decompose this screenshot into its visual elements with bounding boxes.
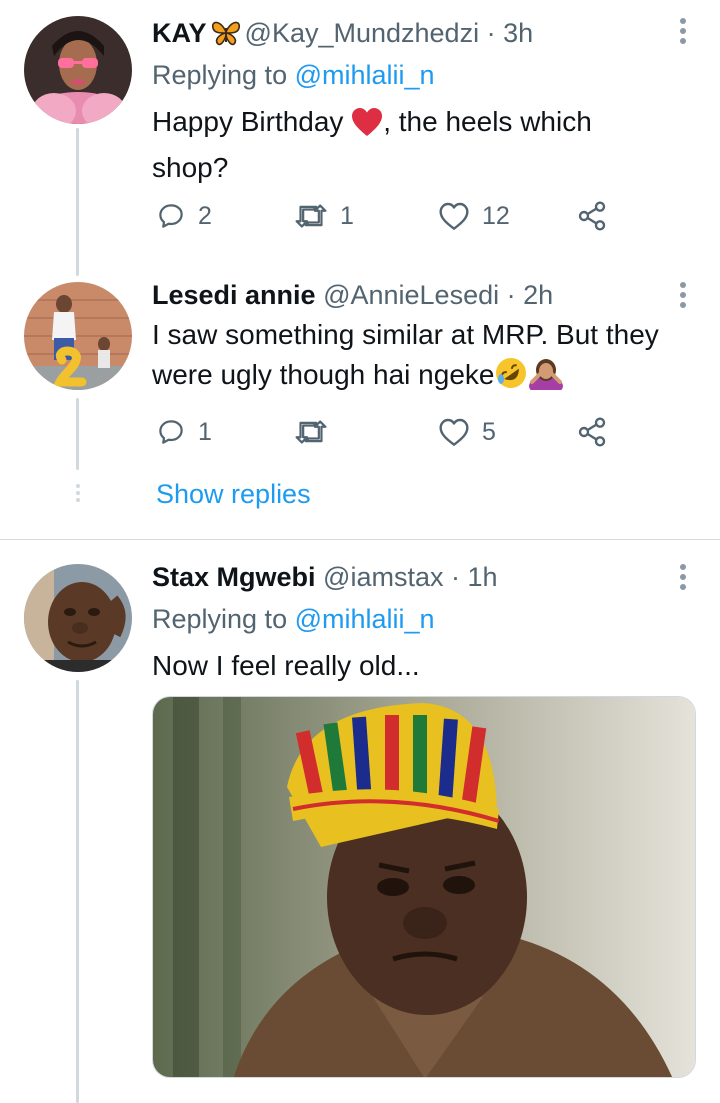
tweet-text: I saw something similar at MRP. But they… — [152, 315, 672, 401]
reply-button[interactable]: 2 — [156, 196, 212, 236]
reaction-gif-image-icon — [153, 697, 695, 1077]
like-button[interactable]: 12 — [438, 196, 510, 236]
tweet-header: Lesedi annie @AnnieLesedi · 2h — [152, 278, 553, 312]
like-count: 12 — [482, 201, 510, 230]
avatar-lesedi[interactable] — [24, 282, 132, 390]
timestamp[interactable]: 3h — [503, 18, 533, 48]
mention-link[interactable]: @mihlalii_n — [295, 60, 435, 90]
replying-to: Replying to @mihlalii_n — [152, 602, 435, 636]
display-name[interactable]: Lesedi annie — [152, 280, 316, 310]
share-icon — [578, 201, 606, 231]
like-count: 5 — [482, 417, 496, 446]
user-handle[interactable]: @AnnieLesedi — [323, 280, 499, 310]
share-button[interactable] — [576, 196, 608, 236]
rolling-on-floor-laughing-emoji-icon — [494, 356, 528, 401]
tweet-header: Stax Mgwebi @iamstax · 1h — [152, 560, 498, 594]
media-image[interactable] — [152, 696, 696, 1078]
replying-prefix: Replying to — [152, 604, 288, 634]
more-options-icon[interactable] — [680, 282, 686, 312]
retweet-button[interactable] — [294, 412, 328, 452]
tweet-text-body: I saw something similar at MRP. But they… — [152, 319, 659, 390]
tweet-text: Happy Birthday , the heels which shop? — [152, 102, 662, 188]
thread-line — [76, 680, 79, 1103]
reply-icon — [159, 420, 183, 444]
display-name[interactable]: Stax Mgwebi — [152, 562, 316, 592]
stax-avatar-icon — [24, 564, 132, 672]
tweet-actions: 1 5 — [152, 412, 632, 452]
thread-ellipsis — [75, 484, 80, 508]
separator-dot: · — [486, 18, 496, 48]
separator-dot: · — [506, 280, 516, 310]
divider — [0, 539, 720, 540]
red-heart-emoji-icon — [351, 107, 383, 148]
tweet-text-body: Now I feel really old... — [152, 650, 420, 681]
retweet-count: 1 — [340, 201, 354, 230]
reply-button[interactable]: 1 — [156, 412, 212, 452]
retweet-button[interactable]: 1 — [294, 196, 354, 236]
like-button[interactable]: 5 — [438, 412, 496, 452]
show-replies-link[interactable]: Show replies — [156, 476, 311, 512]
tweet-actions: 2 1 12 — [152, 196, 632, 236]
retweet-icon — [295, 204, 327, 228]
reply-count: 2 — [198, 201, 212, 230]
butterfly-emoji-icon — [211, 20, 241, 54]
user-handle[interactable]: @iamstax — [323, 562, 443, 592]
reply-count: 1 — [198, 417, 212, 446]
heart-icon — [439, 202, 469, 230]
avatar-stax[interactable] — [24, 564, 132, 672]
share-button[interactable] — [576, 412, 608, 452]
heart-icon — [439, 418, 469, 446]
replying-prefix: Replying to — [152, 60, 288, 90]
timestamp[interactable]: 2h — [523, 280, 553, 310]
kay-avatar-icon — [24, 16, 132, 124]
display-name[interactable]: KAY — [152, 18, 207, 48]
tweet-text-part: Happy Birthday — [152, 106, 344, 137]
user-handle[interactable]: @Kay_Mundzhedzi — [245, 18, 480, 48]
timestamp[interactable]: 1h — [468, 562, 498, 592]
share-icon — [578, 417, 606, 447]
avatar-kay[interactable] — [24, 16, 132, 124]
mention-link[interactable]: @mihlalii_n — [295, 604, 435, 634]
person-gesturing-no-emoji-icon — [528, 356, 564, 401]
tweet-text: Now I feel really old... — [152, 646, 662, 686]
tweet-header: KAY @Kay_Mundzhedzi · 3h — [152, 16, 533, 54]
reply-icon — [159, 204, 183, 228]
retweet-icon — [295, 420, 327, 444]
thread-line — [76, 398, 79, 470]
lesedi-avatar-icon — [24, 282, 132, 390]
separator-dot: · — [451, 562, 460, 592]
more-options-icon[interactable] — [680, 564, 686, 594]
more-options-icon[interactable] — [680, 18, 686, 48]
thread-line — [76, 128, 79, 276]
replying-to: Replying to @mihlalii_n — [152, 58, 435, 92]
